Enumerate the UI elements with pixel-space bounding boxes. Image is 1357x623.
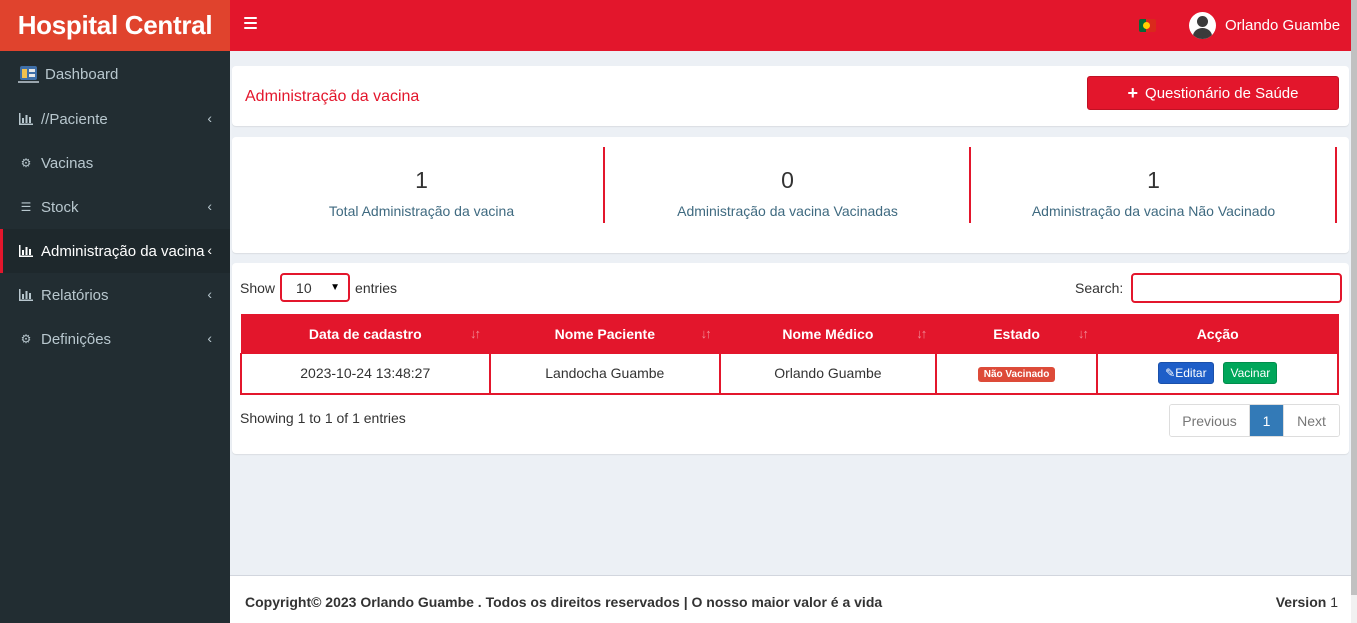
version-label: Version bbox=[1275, 594, 1327, 610]
chevron-left-icon: ‹ bbox=[207, 242, 212, 258]
table-search: Search: bbox=[1075, 273, 1343, 303]
search-input[interactable] bbox=[1131, 273, 1343, 303]
sidebar-item-label: //Paciente bbox=[41, 110, 108, 128]
table-header-row: Data de cadastro ↓↑ Nome Paciente ↓↑ Nome … bbox=[240, 314, 1339, 354]
entries-label: entries bbox=[355, 279, 398, 296]
stat-label: Administração da vacina Vacinadas bbox=[677, 203, 898, 219]
cell-doctor: Orlando Guambe bbox=[719, 353, 937, 395]
sidebar-item-stock[interactable]: ☰ Stock ‹ bbox=[0, 185, 230, 229]
sort-icon: ↓↑ bbox=[470, 326, 481, 341]
cell-date: 2023-10-24 13:48:27 bbox=[240, 353, 491, 395]
menu-toggle-icon[interactable] bbox=[244, 17, 257, 29]
table-card: Show 10 ▼ entries Search: Data de cadast… bbox=[232, 263, 1349, 454]
cell-actions: ✎Editar Vacinar bbox=[1096, 353, 1339, 395]
page-length-control: Show 10 ▼ entries bbox=[240, 273, 397, 302]
show-label: Show bbox=[240, 279, 276, 296]
add-questionnaire-label: Questionário de Saúde bbox=[1145, 84, 1299, 102]
sidebar-item-paciente[interactable]: //Paciente ‹ bbox=[0, 97, 230, 141]
dashboard-icon bbox=[18, 64, 39, 84]
stat-label: Administração da vacina Não Vacinado bbox=[1031, 203, 1276, 219]
table-info: Showing 1 to 1 of 1 entries bbox=[240, 410, 406, 426]
column-header-accao: Acção bbox=[1096, 314, 1339, 354]
version-value: 1 bbox=[1330, 594, 1338, 610]
column-header-nome-paciente[interactable]: Nome Paciente ↓↑ bbox=[489, 314, 721, 354]
sidebar-item-label: Dashboard bbox=[45, 65, 119, 83]
user-avatar-icon bbox=[1189, 12, 1216, 39]
chevron-left-icon: ‹ bbox=[207, 110, 212, 126]
sidebar-item-label: Definições bbox=[41, 330, 112, 348]
page-header-card: Administração da vacina + Questionário d… bbox=[232, 66, 1349, 126]
sort-icon: ↓↑ bbox=[916, 326, 927, 341]
chevron-left-icon: ‹ bbox=[207, 330, 212, 346]
footer-copyright: Copyright© 2023 Orlando Guambe . Todos o… bbox=[245, 594, 883, 610]
column-header-data-cadastro[interactable]: Data de cadastro ↓↑ bbox=[240, 314, 491, 354]
page-title: Administração da vacina bbox=[245, 88, 420, 105]
user-name: Orlando Guambe bbox=[1225, 17, 1341, 34]
cell-patient: Landocha Guambe bbox=[488, 353, 722, 395]
bar-chart-icon bbox=[18, 289, 34, 301]
edit-icon: ✎ bbox=[1165, 366, 1176, 381]
table-row: 2023-10-24 13:48:27 Landocha Guambe Orla… bbox=[240, 353, 1339, 395]
stat-total: 1 Total Administração da vacina bbox=[240, 147, 605, 223]
footer: Copyright© 2023 Orlando Guambe . Todos o… bbox=[230, 575, 1351, 623]
sort-icon: ↓↑ bbox=[700, 326, 712, 341]
chevron-left-icon: ‹ bbox=[207, 286, 212, 302]
stat-nao-vacinado: 1 Administração da vacina Não Vacinado bbox=[972, 147, 1337, 223]
sidebar-item-label: Administração da vacina bbox=[41, 242, 205, 260]
vaccinate-button[interactable]: Vacinar bbox=[1223, 362, 1278, 385]
search-label: Search: bbox=[1075, 280, 1124, 296]
plus-icon: + bbox=[1127, 83, 1139, 103]
sidebar-item-relatorios[interactable]: Relatórios ‹ bbox=[0, 273, 230, 317]
stat-label: Total Administração da vacina bbox=[328, 203, 515, 219]
scrollbar-thumb[interactable] bbox=[1351, 0, 1357, 595]
stat-vacinadas: 0 Administração da vacina Vacinadas bbox=[606, 147, 971, 223]
sidebar: Dashboard //Paciente ‹ ⚙ Vacinas ☰ Stock… bbox=[0, 51, 230, 623]
top-navbar: Orlando Guambe bbox=[230, 0, 1351, 51]
sidebar-item-label: Relatórios bbox=[41, 286, 109, 304]
cogs-icon: ⚙ bbox=[20, 332, 32, 346]
portugal-flag-icon[interactable] bbox=[1139, 19, 1156, 32]
status-badge: Não Vacinado bbox=[977, 367, 1056, 383]
chevron-down-icon: ▼ bbox=[330, 282, 341, 293]
stat-value: 0 bbox=[781, 167, 794, 193]
stat-value: 1 bbox=[1147, 167, 1160, 193]
stat-value: 1 bbox=[415, 167, 428, 193]
sidebar-item-definicoes[interactable]: ⚙ Definições ‹ bbox=[0, 317, 230, 361]
sort-icon: ↓↑ bbox=[1077, 326, 1089, 341]
sidebar-item-administracao-vacina[interactable]: Administração da vacina ‹ bbox=[0, 229, 230, 273]
sidebar-item-dashboard[interactable]: Dashboard bbox=[0, 51, 230, 97]
main-content: Administração da vacina + Questionário d… bbox=[230, 51, 1351, 575]
add-questionnaire-button[interactable]: + Questionário de Saúde bbox=[1087, 76, 1339, 110]
app-logo[interactable]: Hospital Central bbox=[0, 0, 230, 51]
page-scrollbar[interactable] bbox=[1351, 0, 1357, 623]
user-menu[interactable]: Orlando Guambe bbox=[1189, 12, 1340, 39]
stats-card: 1 Total Administração da vacina 0 Admini… bbox=[232, 137, 1349, 253]
sidebar-item-label: Stock bbox=[41, 198, 79, 216]
pagination: Previous 1 Next bbox=[1169, 404, 1340, 437]
vaccine-admin-table: Data de cadastro ↓↑ Nome Paciente ↓↑ Nome … bbox=[240, 314, 1339, 395]
footer-version: Version 1 bbox=[1276, 594, 1338, 610]
sidebar-item-vacinas[interactable]: ⚙ Vacinas bbox=[0, 141, 230, 185]
page-length-value: 10 bbox=[296, 279, 312, 296]
cogs-icon: ⚙ bbox=[20, 156, 32, 170]
page-length-select[interactable]: 10 ▼ bbox=[280, 273, 351, 302]
list-icon: ☰ bbox=[20, 200, 32, 214]
chevron-left-icon: ‹ bbox=[207, 198, 212, 214]
column-header-nome-medico[interactable]: Nome Médico ↓↑ bbox=[719, 314, 937, 354]
pagination-page-1[interactable]: 1 bbox=[1250, 405, 1283, 436]
pagination-previous[interactable]: Previous bbox=[1170, 405, 1250, 436]
column-header-estado[interactable]: Estado ↓↑ bbox=[935, 314, 1098, 354]
bar-chart-icon bbox=[18, 245, 34, 257]
pagination-next[interactable]: Next bbox=[1283, 405, 1339, 436]
cell-status: Não Vacinado bbox=[934, 353, 1099, 395]
sidebar-item-label: Vacinas bbox=[41, 154, 94, 172]
bar-chart-icon bbox=[18, 113, 34, 125]
edit-button[interactable]: ✎Editar bbox=[1158, 362, 1214, 385]
